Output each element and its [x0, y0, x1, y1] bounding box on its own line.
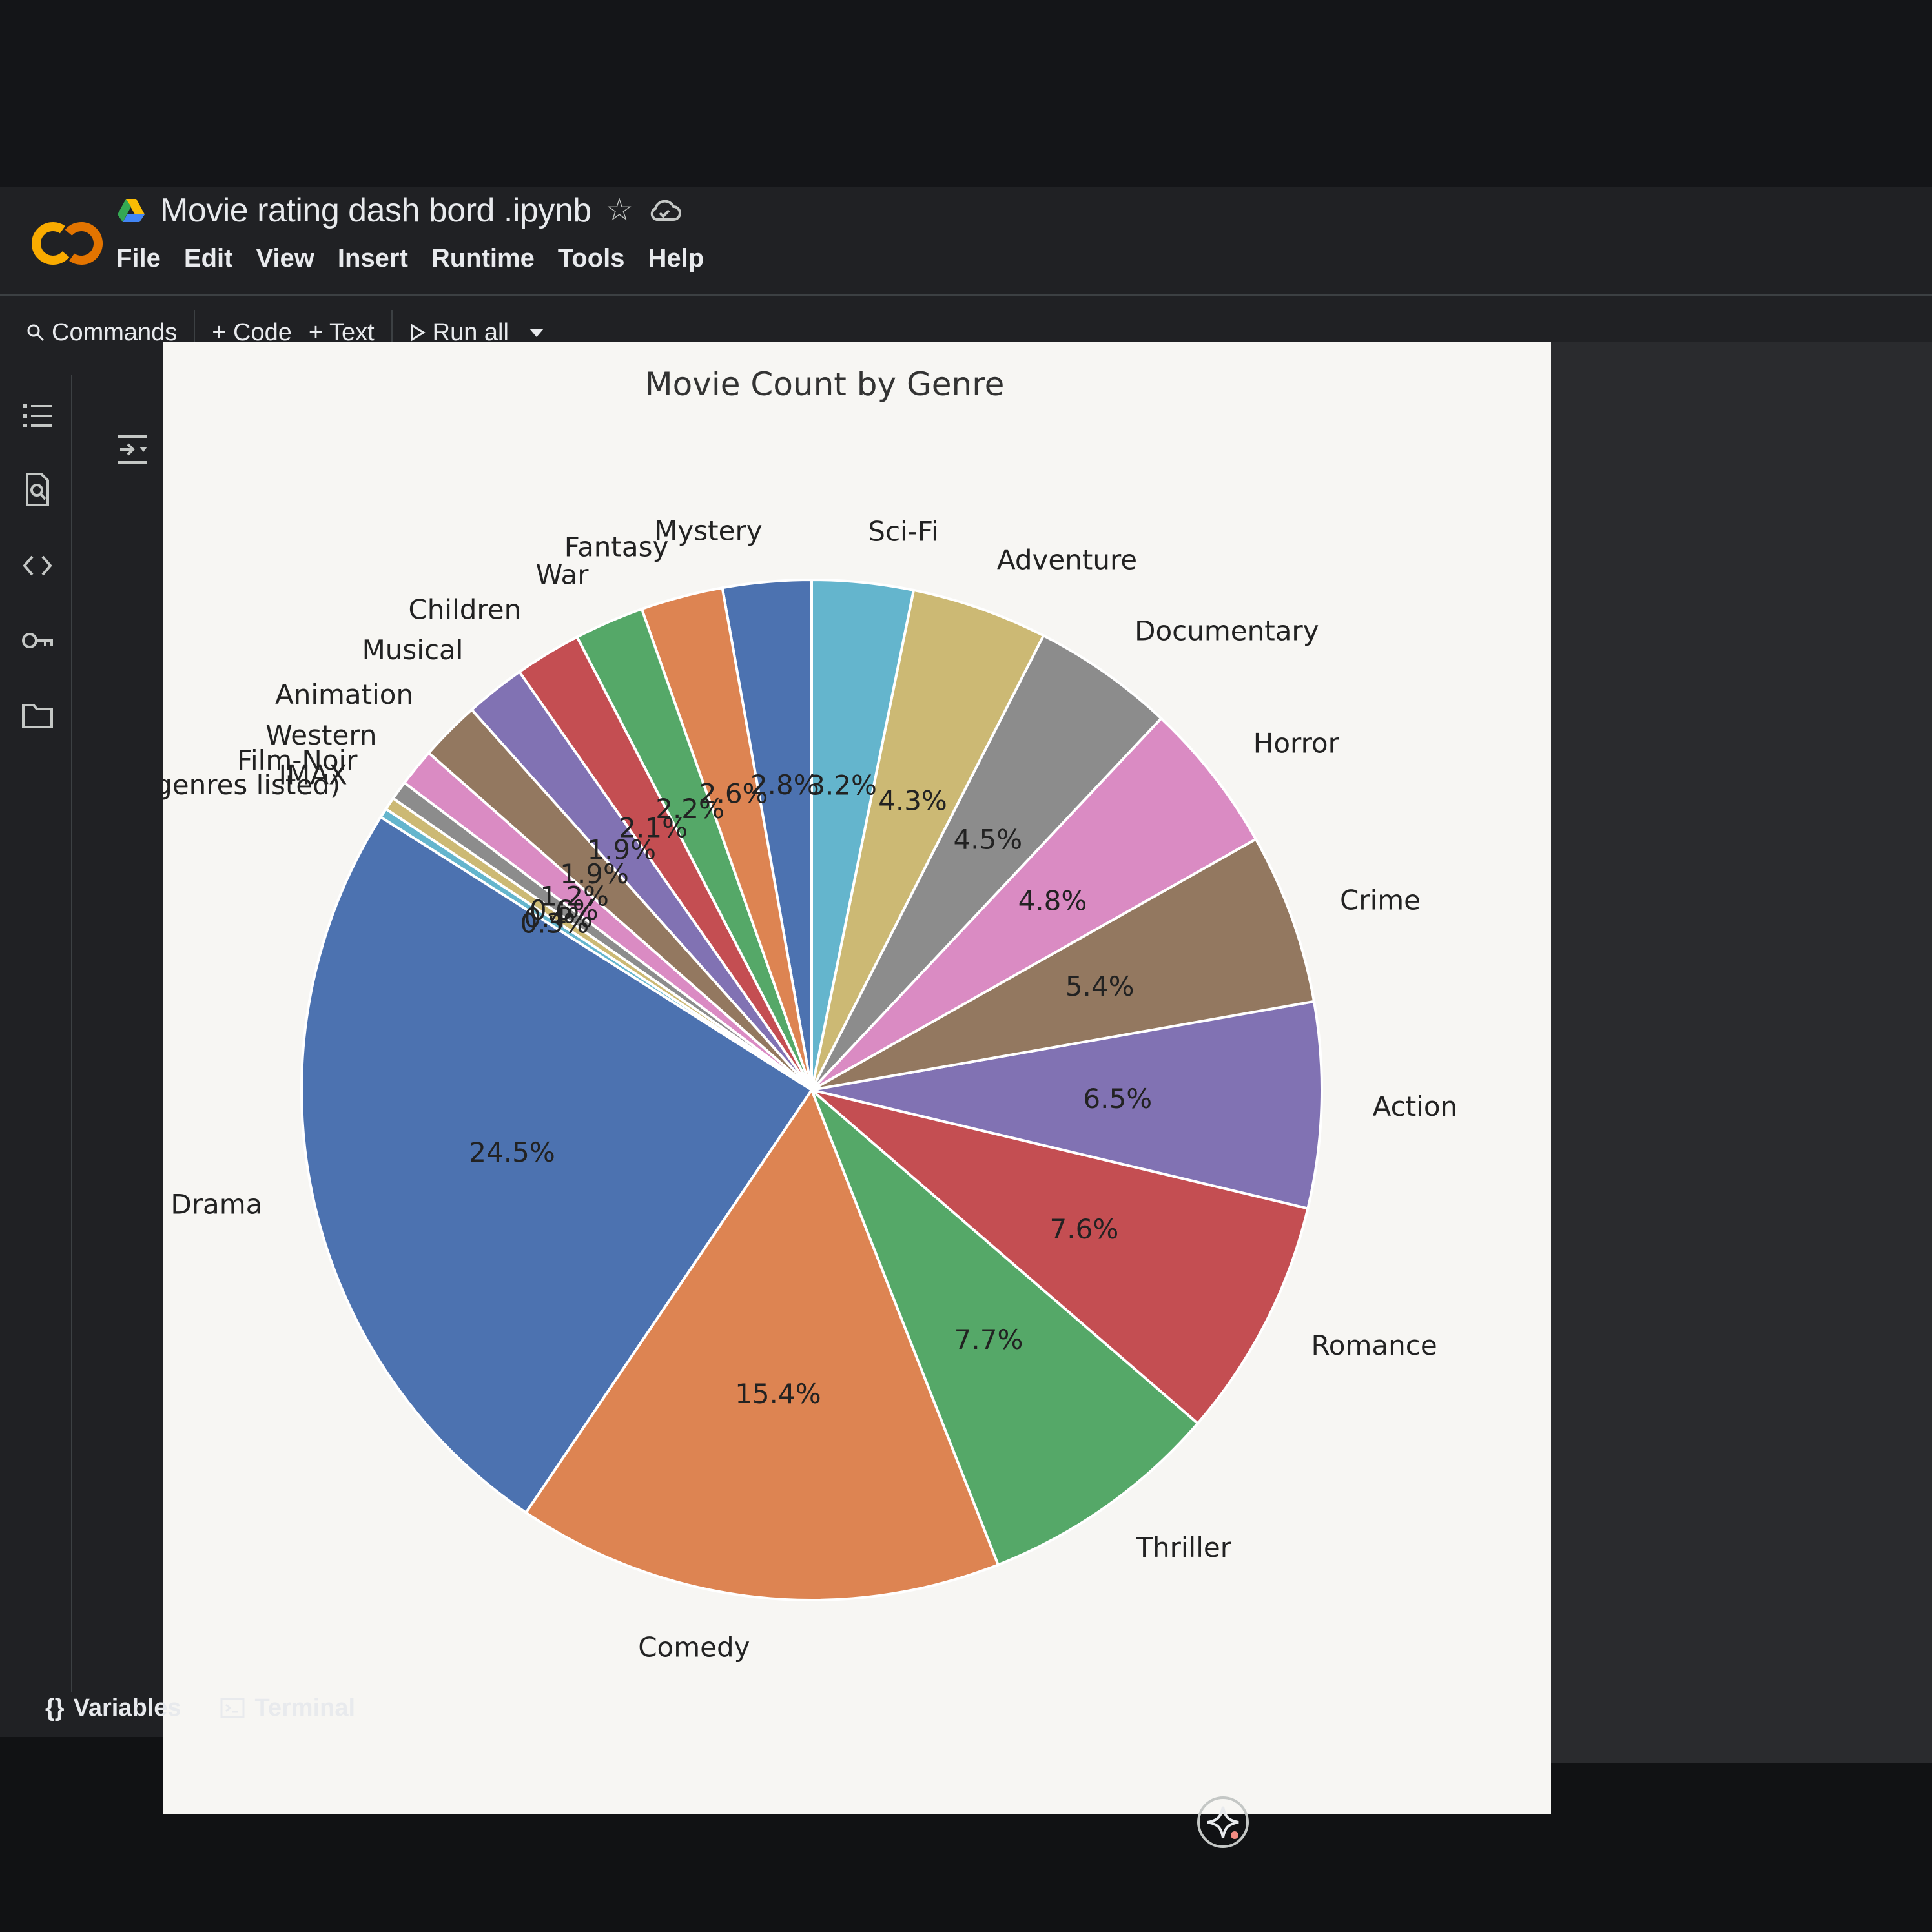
terminal-button[interactable]: Terminal	[220, 1694, 355, 1722]
menu-insert[interactable]: Insert	[338, 244, 408, 273]
slice-label: Musical	[362, 634, 464, 666]
slice-label: Documentary	[1135, 615, 1319, 646]
left-sidebar	[0, 375, 72, 1692]
slice-label: Fantasy	[564, 531, 669, 563]
right-panel	[1551, 342, 1932, 1763]
slice-label: Action	[1373, 1091, 1458, 1122]
cloud-saved-icon[interactable]	[648, 198, 681, 223]
search-icon	[27, 324, 45, 342]
secrets-key-icon[interactable]	[19, 622, 56, 659]
slice-label: Comedy	[638, 1632, 750, 1663]
slice-percent-label: 7.6%	[1050, 1213, 1119, 1245]
slice-label: Sci-Fi	[868, 515, 938, 547]
slice-percent-label: 4.3%	[878, 785, 947, 817]
slice-percent-label: 15.4%	[735, 1378, 821, 1410]
notebook-title[interactable]: Movie rating dash bord .ipynb	[160, 191, 591, 230]
terminal-icon	[220, 1698, 245, 1718]
menu-runtime[interactable]: Runtime	[431, 244, 535, 273]
code-snippets-icon[interactable]	[19, 548, 56, 584]
menu-edit[interactable]: Edit	[184, 244, 233, 273]
monitor-bezel	[0, 0, 1932, 187]
chart-title: Movie Count by Genre	[645, 365, 1005, 403]
menu-file[interactable]: File	[116, 244, 161, 273]
cell-output-plot: Movie Count by Genre Mystery 2.8% Fantasy 2…	[102, 342, 1551, 1814]
slice-percent-label: 24.5%	[469, 1136, 555, 1168]
table-of-contents-icon[interactable]	[19, 398, 56, 434]
toolbar-divider	[0, 294, 1932, 296]
slice-label: Horror	[1253, 728, 1340, 759]
slice-percent-label: 5.4%	[1065, 971, 1135, 1002]
menu-tools[interactable]: Tools	[558, 244, 625, 273]
slice-label: Thriller	[1135, 1532, 1231, 1563]
chevron-down-icon[interactable]	[526, 323, 548, 342]
slice-percent-label: 3.2%	[808, 769, 877, 801]
collapse-output-icon[interactable]	[114, 431, 151, 468]
variables-button[interactable]: {} Variables	[45, 1694, 181, 1722]
colab-logo[interactable]	[28, 214, 106, 272]
slice-label: Animation	[275, 679, 413, 710]
google-drive-icon	[118, 199, 145, 222]
files-folder-icon[interactable]	[19, 697, 56, 734]
slice-label: War	[536, 559, 590, 591]
pie-chart: Movie Count by Genre Mystery2.8%Fantasy2…	[102, 365, 1458, 1663]
slice-label: Adventure	[997, 544, 1137, 576]
slice-percent-label: 4.5%	[953, 823, 1022, 855]
slice-percent-label: 6.5%	[1083, 1083, 1152, 1115]
gemini-sparkle-icon[interactable]	[1196, 1795, 1250, 1849]
slice-percent-label: 4.8%	[1018, 885, 1087, 916]
commands-label: Commands	[52, 318, 178, 346]
slice-percent-label: 0.3%	[520, 908, 590, 940]
find-icon[interactable]	[19, 471, 56, 508]
slice-label: Children	[408, 593, 521, 625]
variables-label: Variables	[73, 1694, 181, 1721]
star-icon[interactable]: ☆	[606, 195, 633, 226]
commands-button[interactable]: Commands	[26, 319, 177, 347]
slice-label: (no genres listed)	[163, 769, 340, 801]
slice-label: Crime	[1340, 885, 1421, 916]
slice-label: Mystery	[654, 515, 762, 546]
slice-label: Drama	[170, 1189, 262, 1220]
terminal-label: Terminal	[254, 1694, 356, 1721]
play-icon	[411, 324, 426, 342]
menu-help[interactable]: Help	[648, 244, 704, 273]
menu-bar: File Edit View Insert Runtime Tools Help	[116, 244, 704, 273]
menu-view[interactable]: View	[256, 244, 314, 273]
status-bar: {} Variables Terminal	[0, 1679, 1932, 1737]
slice-label: Romance	[1311, 1330, 1437, 1361]
slice-percent-label: 7.7%	[954, 1324, 1023, 1355]
curly-braces-icon: {}	[45, 1694, 65, 1721]
colab-logo-icon	[32, 222, 103, 265]
